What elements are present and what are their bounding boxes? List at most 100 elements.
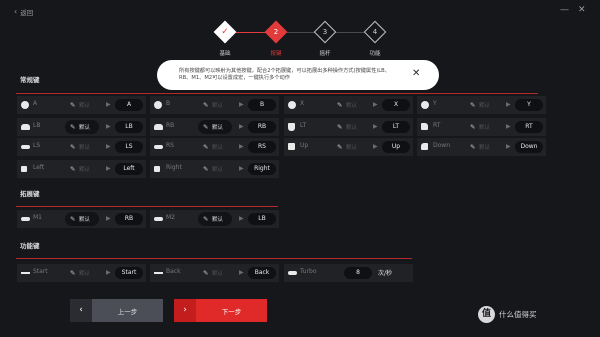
key-cell-y[interactable]: Y ✎ 默认 ▶ Y [417,96,546,114]
minimize-button[interactable]: — [560,6,569,15]
prev-step-button[interactable]: ‹ 上一步 [70,299,163,322]
edit-default-button[interactable]: ✎ 默认 [332,140,366,154]
arrow-right-icon: ▶ [506,123,511,130]
edit-default-button[interactable]: ✎ 默认 [65,212,99,226]
key-cell-lt[interactable]: LT ✎ 默认 ▶ LT [284,118,413,136]
key-cell-m1[interactable]: M1 ✎ 默认 ▶ RB [17,210,146,228]
edit-default-button[interactable]: ✎ 默认 [65,140,99,154]
key-name: RS [166,142,174,149]
stepper: ✓ 基础 2 按键 3 摇杆 4 功能 [0,20,600,62]
check-icon: ✓ [221,27,229,37]
pencil-icon: ✎ [470,143,476,151]
edit-default-button[interactable]: ✎ 默认 [465,120,499,134]
back-button[interactable]: ‹ 返回 [14,7,33,18]
edit-default-button[interactable]: ✎ 默认 [198,140,232,154]
next-step-label: 下一步 [221,307,242,316]
start-button-icon [21,272,30,274]
key-cell-lb[interactable]: LB ✎ 默认 ▶ LB [17,118,146,136]
pencil-icon: ✎ [203,165,209,173]
mapped-value[interactable]: RS [248,141,276,153]
key-cell-ls[interactable]: LS ✎ 默认 ▶ LS [17,138,146,156]
pencil-icon: ✎ [203,269,209,277]
edit-default-button[interactable]: ✎ 默认 [65,162,99,176]
step-label: 功能 [369,51,381,57]
pencil-icon: ✎ [337,101,343,109]
mapped-value[interactable]: Right [248,163,276,175]
step-basic[interactable]: ✓ 基础 [205,20,245,57]
close-window-button[interactable]: ✕ [578,6,586,15]
mapped-value[interactable]: RB [248,121,276,133]
key-cell-m2[interactable]: M2 ✎ 默认 ▶ LB [150,210,279,228]
key-cell-turbo[interactable]: Turbo 8 次/秒 [284,264,413,282]
mapped-value[interactable]: Up [382,141,410,153]
mapped-value[interactable]: LT [382,121,410,133]
key-cell-back[interactable]: Back ✎ 默认 ▶ Back [150,264,279,282]
key-cell-rs[interactable]: RS ✎ 默认 ▶ RS [150,138,279,156]
key-name: LB [33,122,41,129]
mapped-value[interactable]: X [382,99,410,111]
turbo-rate-input[interactable]: 8 [344,267,372,279]
edit-default-button[interactable]: ✎ 默认 [65,120,99,134]
key-cell-start[interactable]: Start ✎ 默认 ▶ Start [17,264,146,282]
mapped-value[interactable]: Left [115,163,143,175]
mapped-value[interactable]: B [248,99,276,111]
info-notice: 所有按键都可以映射为其他按键，配合2个拓展键，可以拓展出多种操作方式(按键属性)… [157,60,439,90]
m2-paddle-icon [154,217,163,221]
top-bar: ‹ 返回 — ✕ [0,0,600,20]
mapped-value[interactable]: A [115,99,143,111]
edit-default-button[interactable]: ✎ 默认 [198,120,232,134]
key-name: Left [33,164,45,171]
key-cell-down[interactable]: Down ✎ 默认 ▶ Down [417,138,546,156]
edit-default-button[interactable]: ✎ 默认 [65,98,99,112]
close-icon[interactable]: ✕ [412,69,420,79]
step-label: 摇杆 [319,51,331,57]
arrow-right-icon: ▶ [239,143,244,150]
mapped-value[interactable]: LB [115,121,143,133]
arrow-right-icon: ▶ [506,101,511,108]
key-cell-rt[interactable]: RT ✎ 默认 ▶ RT [417,118,546,136]
key-name: B [166,100,171,107]
key-name: X [300,100,305,107]
step-functions[interactable]: 4 功能 [355,20,395,57]
step-number: 4 [372,28,378,36]
mapped-value[interactable]: LB [248,213,276,225]
edit-default-button[interactable]: ✎ 默认 [332,120,366,134]
mapped-value[interactable]: Y [515,99,543,111]
edit-default-button[interactable]: ✎ 默认 [198,98,232,112]
edit-default-button[interactable]: ✎ 默认 [198,212,232,226]
mapped-value[interactable]: Back [248,267,276,279]
key-name: Back [166,268,181,275]
key-cell-right[interactable]: Right ✎ 默认 ▶ Right [150,160,279,178]
key-cell-x[interactable]: X ✎ 默认 ▶ X [284,96,413,114]
next-step-button[interactable]: › 下一步 [174,299,267,322]
mapped-value[interactable]: RB [115,213,143,225]
prev-step-label: 上一步 [117,307,138,316]
key-name: Turbo [300,268,317,275]
pencil-icon: ✎ [470,101,476,109]
key-cell-left[interactable]: Left ✎ 默认 ▶ Left [17,160,146,178]
edit-default-button[interactable]: ✎ 默认 [65,266,99,280]
arrow-right-icon: ▶ [373,143,378,150]
step-sticks[interactable]: 3 摇杆 [305,20,345,57]
edit-default-button[interactable]: ✎ 默认 [465,98,499,112]
key-cell-b[interactable]: B ✎ 默认 ▶ B [150,96,279,114]
mapped-value[interactable]: Start [115,267,143,279]
edit-default-button[interactable]: ✎ 默认 [465,140,499,154]
mapped-value[interactable]: Down [515,141,543,153]
key-name: RB [166,122,175,129]
step-buttons[interactable]: 2 按键 [256,20,296,57]
key-cell-a[interactable]: A ✎ 默认 ▶ A [17,96,146,114]
pencil-icon: ✎ [70,123,76,131]
arrow-right-icon: ▶ [239,269,244,276]
mapped-value[interactable]: RT [515,121,543,133]
bumper-icon [21,124,30,130]
mapped-value[interactable]: LS [115,141,143,153]
pencil-icon: ✎ [470,123,476,131]
arrow-right-icon: ▶ [106,143,111,150]
trigger-icon [288,123,295,131]
key-cell-up[interactable]: Up ✎ 默认 ▶ Up [284,138,413,156]
key-cell-rb[interactable]: RB ✎ 默认 ▶ RB [150,118,279,136]
edit-default-button[interactable]: ✎ 默认 [332,98,366,112]
edit-default-button[interactable]: ✎ 默认 [198,162,232,176]
edit-default-button[interactable]: ✎ 默认 [198,266,232,280]
